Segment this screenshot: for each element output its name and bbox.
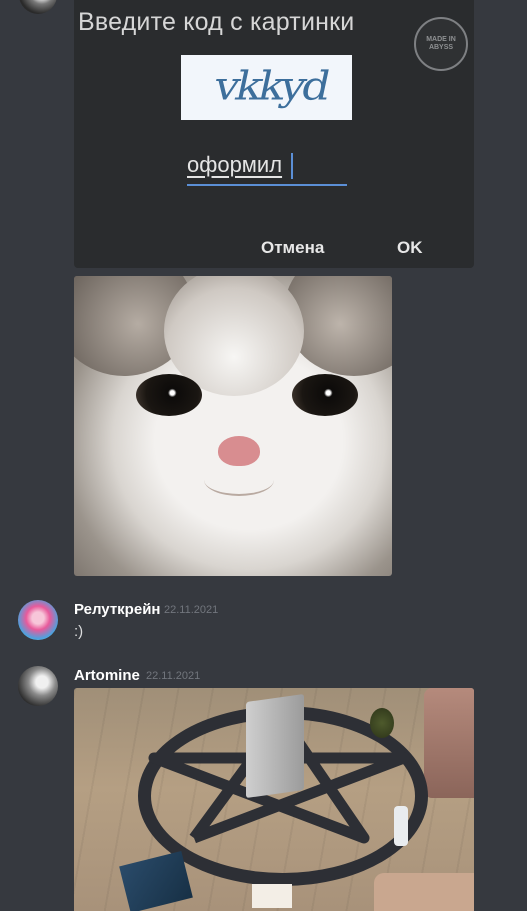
message-timestamp: 22.11.2021 [146, 670, 201, 682]
avatar[interactable] [19, 0, 57, 14]
chat-view: Введите код с картинки MADE IN ABYSS vkk… [0, 0, 527, 911]
sofa [374, 873, 474, 911]
message-author[interactable]: Artomine [74, 667, 140, 684]
cat-mouth [204, 464, 274, 496]
cancel-button[interactable]: Отмена [261, 238, 324, 258]
captcha-image: vkkyd [181, 55, 352, 120]
captcha-input-value: оформил [187, 152, 283, 177]
captcha-dialog-image[interactable]: Введите код с картинки MADE IN ABYSS vkk… [74, 0, 474, 268]
cat-eye-left [136, 374, 202, 416]
badge-text: MADE IN ABYSS [426, 36, 456, 51]
captcha-code: vkkyd [210, 63, 332, 110]
cat-image[interactable] [74, 276, 392, 576]
bottle [394, 806, 408, 846]
message-author[interactable]: Релуткрейн [74, 601, 160, 618]
message-text: :) [74, 623, 84, 640]
plant [370, 708, 394, 738]
captcha-input[interactable]: оформил [187, 150, 347, 186]
cat-eye-right [292, 374, 358, 416]
message-timestamp: 22.11.2021 [164, 604, 219, 616]
pentagram-photo[interactable] [74, 688, 474, 911]
avatar[interactable] [18, 666, 58, 706]
computer-tower [246, 693, 304, 799]
avatar[interactable] [18, 600, 58, 640]
made-in-abyss-logo: MADE IN ABYSS [414, 17, 468, 71]
captcha-dialog-title: Введите код с картинки [78, 8, 355, 36]
ok-button[interactable]: OK [397, 238, 423, 258]
cat-nose [218, 436, 260, 466]
text-cursor [291, 153, 293, 179]
label-card [252, 884, 292, 908]
